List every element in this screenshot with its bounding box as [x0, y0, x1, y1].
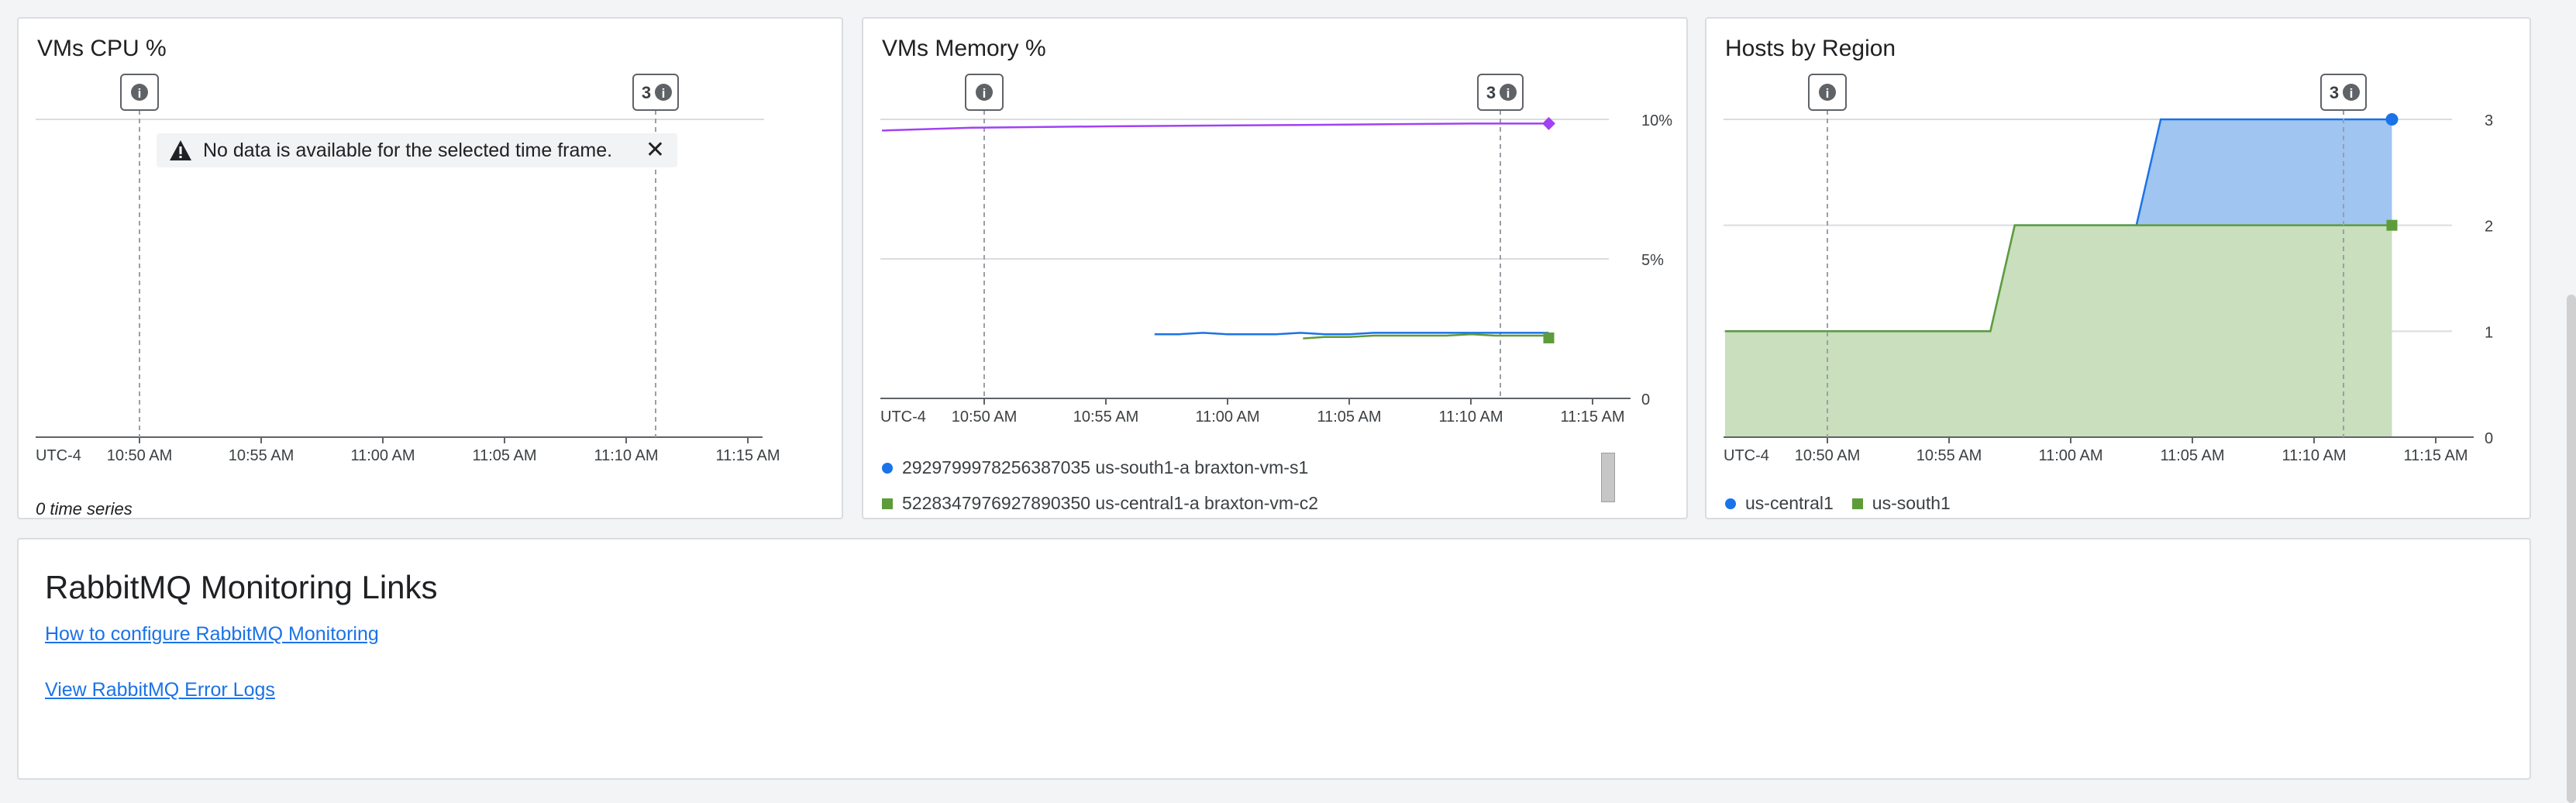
info-icon-glyph: i — [138, 86, 142, 101]
legend-label: 5228347976927890350 us-central1-a braxto… — [902, 493, 1319, 513]
info-icon-glyph: i — [1507, 86, 1510, 101]
y-tick-label: 3 — [2485, 112, 2493, 129]
info-icon-glyph: i — [983, 86, 987, 101]
x-tick-label: 10:55 AM — [1917, 447, 1982, 464]
links-panel: RabbitMQ Monitoring Links How to configu… — [17, 538, 2531, 780]
series-line — [882, 122, 1549, 132]
legend-item[interactable]: 5228347976927890350 us-central1-a braxto… — [882, 493, 1318, 514]
series-end-marker — [2385, 113, 2399, 126]
warning-icon — [170, 140, 191, 160]
info-icon-glyph: i — [1826, 86, 1830, 101]
legend-item[interactable]: 2929799978256387035 us-south1-a braxton-… — [882, 457, 1308, 478]
series-end-marker — [2386, 219, 2398, 231]
x-tick-label: 11:15 AM — [715, 447, 780, 464]
event-marker-count: 3 — [2330, 83, 2339, 102]
y-tick-label: 0 — [2485, 430, 2493, 447]
x-tick-label: 10:50 AM — [952, 408, 1018, 426]
series-line — [1154, 332, 1549, 336]
y-tick-label: 1 — [2485, 324, 2493, 341]
legend-square-icon — [882, 498, 893, 509]
legend-label: 2929799978256387035 us-south1-a braxton-… — [902, 457, 1309, 477]
configure-rabbitmq-link[interactable]: How to configure RabbitMQ Monitoring — [45, 623, 379, 646]
no-data-toast: No data is available for the selected ti… — [157, 133, 677, 167]
x-tick-label: 10:55 AM — [1073, 408, 1139, 426]
legend-circle-icon — [882, 462, 893, 474]
legend-item[interactable]: us-central1 us-south1 — [1725, 493, 1951, 514]
legend-label: us-south1 — [1872, 493, 1951, 513]
x-tick-label: 11:15 AM — [2403, 447, 2468, 464]
cpu-chart: UTC-4 10:50 AM 10:55 AM 11:00 AM 11:05 AM 11:… — [36, 74, 780, 464]
cpu-panel: VMs CPU % UTC-4 10:50 AM 10:55 AM 11:00 AM 1… — [17, 17, 843, 519]
hosts-chart: 3 2 1 0 UTC-4 10:50 AM 10:55 AM 11:00 AM 11:05 A… — [1724, 74, 2493, 464]
event-marker-count: 3 — [1486, 83, 1496, 102]
close-icon[interactable]: ✕ — [646, 139, 665, 162]
links-title: RabbitMQ Monitoring Links — [45, 569, 438, 605]
page-scrollbar[interactable] — [2567, 295, 2576, 803]
legend-scrollbar[interactable] — [1601, 453, 1615, 502]
y-tick-label: 0 — [1641, 391, 1650, 408]
info-icon-glyph: i — [2350, 86, 2354, 101]
info-icon-glyph: i — [662, 86, 666, 101]
x-tick-label: UTC-4 — [1724, 447, 1769, 464]
error-logs-link[interactable]: View RabbitMQ Error Logs — [45, 679, 275, 701]
legend-square-icon — [1851, 498, 1863, 509]
x-tick-label: 11:10 AM — [1438, 408, 1503, 426]
x-tick-label: 11:10 AM — [594, 447, 658, 464]
series-count: 0 time series — [36, 499, 133, 519]
x-tick-label: UTC-4 — [36, 447, 81, 464]
x-tick-label: 11:05 AM — [1317, 408, 1381, 426]
event-marker-count: 3 — [642, 83, 651, 102]
x-tick-label: 10:50 AM — [107, 447, 173, 464]
x-tick-label: UTC-4 — [880, 408, 926, 426]
y-tick-label: 10% — [1641, 112, 1672, 129]
x-tick-label: 11:05 AM — [2160, 447, 2224, 464]
x-tick-label: 11:00 AM — [2038, 447, 2102, 464]
memory-chart: 10% 5% 0 UTC-4 10:50 AM 10:55 AM 11:00 AM 11:05… — [880, 74, 1672, 426]
x-tick-label: 10:50 AM — [1795, 447, 1861, 464]
legend-circle-icon — [1725, 498, 1736, 509]
x-tick-label: 11:05 AM — [472, 447, 536, 464]
memory-panel: VMs Memory % 10% 5% 0 UTC-4 10:50 AM 10:55 AM… — [862, 17, 1688, 519]
x-tick-label: 11:15 AM — [1560, 408, 1624, 426]
series-end-marker — [1543, 333, 1555, 343]
legend-label: us-central1 — [1745, 493, 1834, 513]
x-tick-label: 11:10 AM — [2282, 447, 2346, 464]
no-data-message: No data is available for the selected ti… — [203, 139, 613, 161]
x-tick-label: 10:55 AM — [229, 447, 294, 464]
hosts-panel: Hosts by Region 3 2 1 0 UTC-4 10:50 AM 10:55 A… — [1705, 17, 2531, 519]
x-tick-label: 11:00 AM — [350, 447, 415, 464]
x-tick-label: 11:00 AM — [1195, 408, 1259, 426]
y-tick-label: 2 — [2485, 219, 2493, 236]
y-tick-label: 5% — [1641, 252, 1664, 269]
